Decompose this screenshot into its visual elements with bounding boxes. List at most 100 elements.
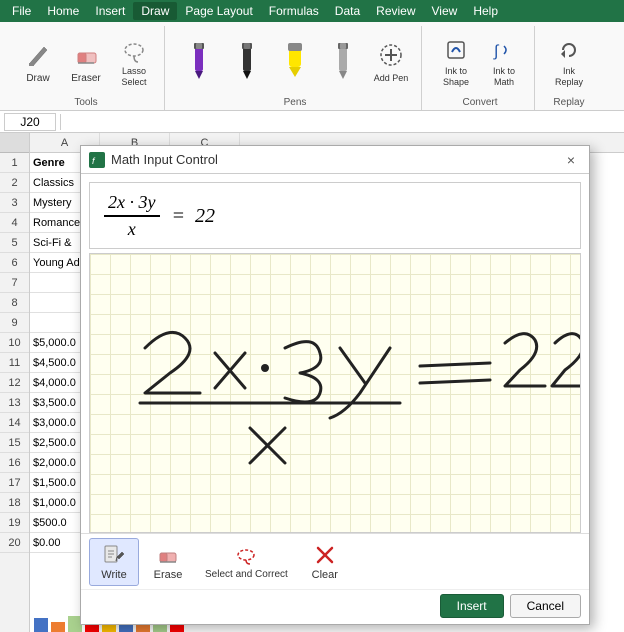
lasso-button[interactable]: Lasso Select [112, 34, 156, 90]
menu-insert[interactable]: Insert [87, 2, 133, 20]
result-value: 22 [195, 205, 215, 228]
select-correct-label: Select and Correct [205, 569, 288, 580]
tools-buttons: Draw Eraser [16, 26, 156, 97]
ink-replay-label: Ink Replay [549, 66, 589, 88]
pen-purple-icon [183, 45, 215, 77]
select-correct-button[interactable]: Select and Correct [197, 538, 296, 586]
ink-replay-button[interactable]: Ink Replay [547, 34, 591, 90]
ribbon-group-replay: Ink Replay Replay [539, 26, 599, 110]
row-header-19: 19 [0, 513, 29, 533]
row-header-14: 14 [0, 413, 29, 433]
clear-label: Clear [312, 569, 338, 581]
pen-gray-button[interactable] [321, 34, 365, 90]
insert-button[interactable]: Insert [440, 594, 504, 618]
row-header-20: 20 [0, 533, 29, 553]
row-header-4: 4 [0, 213, 29, 233]
tools-group-label: Tools [74, 97, 97, 110]
ribbon-group-convert: Ink to Shape ∫ Ink to Math Convert [426, 26, 535, 110]
cancel-button[interactable]: Cancel [510, 594, 581, 618]
convert-buttons: Ink to Shape ∫ Ink to Math [434, 26, 526, 97]
ribbon-content: Draw Eraser [0, 22, 624, 110]
add-pen-button[interactable]: Add Pen [369, 34, 413, 90]
handwriting-svg [90, 254, 580, 532]
dialog-icon: f [89, 152, 105, 168]
erase-icon [156, 543, 180, 567]
math-input-dialog: f Math Input Control × 2x · 3y x = 22 [80, 145, 590, 625]
pen-black-button[interactable] [225, 34, 269, 90]
add-pen-label: Add Pen [374, 73, 409, 84]
row-header-10: 10 [0, 333, 29, 353]
drawing-canvas[interactable] [89, 253, 581, 533]
equals-sign: = [172, 205, 186, 228]
row-headers: 1 2 3 4 5 6 7 8 9 10 11 12 13 14 15 16 1… [0, 133, 30, 632]
dialog-actions: Insert Cancel [81, 589, 589, 624]
corner-cell [0, 133, 29, 153]
eraser-button[interactable]: Eraser [64, 34, 108, 90]
dialog-title: Math Input Control [111, 152, 561, 167]
row-header-18: 18 [0, 493, 29, 513]
pen-yellow-icon [279, 45, 311, 77]
ink-shape-button[interactable]: Ink to Shape [434, 34, 478, 90]
menu-formulas[interactable]: Formulas [261, 2, 327, 20]
pen-purple-button[interactable] [177, 34, 221, 90]
erase-tool-button[interactable]: Erase [143, 538, 193, 586]
row-header-16: 16 [0, 453, 29, 473]
write-label: Write [101, 569, 126, 581]
cell-reference[interactable]: J20 [4, 113, 56, 131]
row-header-9: 9 [0, 313, 29, 333]
fraction-display: 2x · 3y x [104, 192, 160, 240]
row-header-8: 8 [0, 293, 29, 313]
eraser-icon [70, 39, 102, 71]
menu-draw[interactable]: Draw [133, 2, 177, 20]
row-header-2: 2 [0, 173, 29, 193]
draw-button[interactable]: Draw [16, 34, 60, 90]
eraser-label: Eraser [71, 73, 100, 85]
chart-bar [34, 618, 48, 632]
ink-math-icon: ∫ [488, 36, 520, 64]
dialog-titlebar: f Math Input Control × [81, 146, 589, 174]
numerator: 2x · 3y [104, 192, 160, 217]
ink-math-label: Ink to Math [484, 66, 524, 88]
spreadsheet-area: 1 2 3 4 5 6 7 8 9 10 11 12 13 14 15 16 1… [0, 133, 624, 632]
menu-file[interactable]: File [4, 2, 39, 20]
draw-label: Draw [26, 73, 49, 85]
pens-group-label: Pens [284, 97, 307, 110]
write-tool-button[interactable]: Write [89, 538, 139, 586]
menu-home[interactable]: Home [39, 2, 87, 20]
row-header-6: 6 [0, 253, 29, 273]
menu-view[interactable]: View [424, 2, 466, 20]
pen-yellow-button[interactable] [273, 34, 317, 90]
row-header-13: 13 [0, 393, 29, 413]
draw-icon [22, 39, 54, 71]
row-header-11: 11 [0, 353, 29, 373]
dialog-close-button[interactable]: × [561, 150, 581, 170]
clear-icon [313, 543, 337, 567]
write-icon [102, 543, 126, 567]
menu-review[interactable]: Review [368, 2, 423, 20]
formula-divider [60, 114, 61, 130]
row-header-7: 7 [0, 273, 29, 293]
replay-buttons: Ink Replay [547, 26, 591, 97]
lasso-icon [118, 36, 150, 64]
add-pen-icon [375, 39, 407, 71]
ink-shape-label: Ink to Shape [436, 66, 476, 88]
menu-page-layout[interactable]: Page Layout [177, 2, 260, 20]
denominator: x [124, 217, 140, 240]
row-header-3: 3 [0, 193, 29, 213]
formula-bar: J20 [0, 111, 624, 133]
row-header-1: 1 [0, 153, 29, 173]
pen-black-icon [231, 45, 263, 77]
menu-help[interactable]: Help [465, 2, 506, 20]
replay-group-label: Replay [553, 97, 584, 110]
select-correct-icon [234, 543, 258, 567]
menu-data[interactable]: Data [327, 2, 368, 20]
row-header-5: 5 [0, 233, 29, 253]
pen-gray-icon [327, 45, 359, 77]
row-header-17: 17 [0, 473, 29, 493]
clear-tool-button[interactable]: Clear [300, 538, 350, 586]
dialog-toolbar: Write Erase [81, 533, 589, 589]
row-header-12: 12 [0, 373, 29, 393]
ink-math-button[interactable]: ∫ Ink to Math [482, 34, 526, 90]
math-formula-display: 2x · 3y x = 22 [102, 191, 215, 240]
erase-label: Erase [154, 569, 183, 581]
